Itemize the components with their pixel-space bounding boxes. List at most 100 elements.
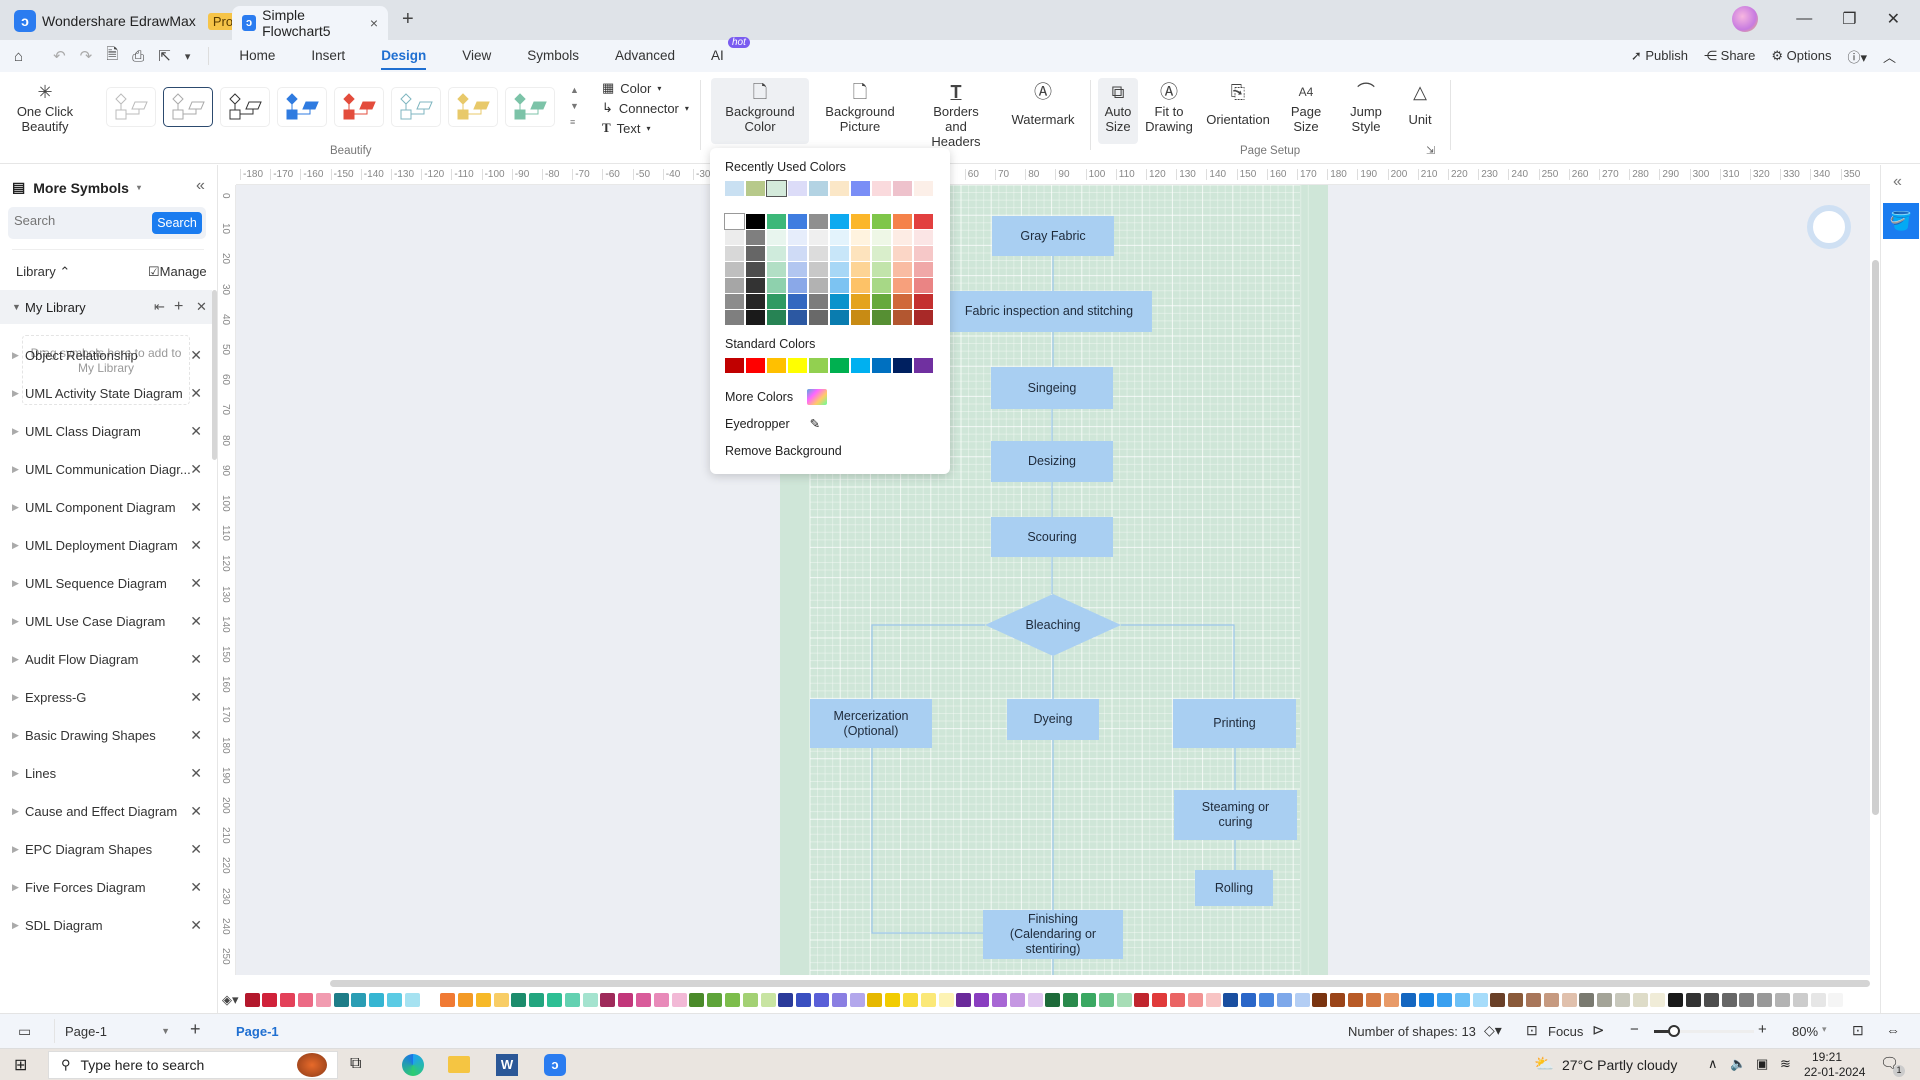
restore-icon[interactable]: ❐ xyxy=(1842,9,1856,29)
theme-color-swatch[interactable] xyxy=(851,214,870,229)
wifi-icon[interactable]: ≋ xyxy=(1780,1056,1791,1072)
volume-icon[interactable]: 🔈 xyxy=(1730,1056,1746,1072)
add-icon[interactable]: + xyxy=(174,298,183,316)
theme-shade-swatch[interactable] xyxy=(746,310,765,325)
publish-button[interactable]: ➚ Publish xyxy=(1631,48,1688,64)
remove-library-icon[interactable]: ✕ xyxy=(190,461,202,478)
jump-style-button[interactable]: ⌒ Jump Style xyxy=(1344,78,1388,134)
new-tab-button[interactable]: + xyxy=(402,8,414,31)
share-button[interactable]: ⋲ Share xyxy=(1704,48,1755,64)
library-toggle[interactable]: Library ⌃ xyxy=(16,264,70,280)
theme-shade-swatch[interactable] xyxy=(746,246,765,261)
palette-color-chip[interactable] xyxy=(653,993,669,1007)
theme-shade-swatch[interactable] xyxy=(872,246,891,261)
palette-color-chip[interactable] xyxy=(671,993,687,1007)
menu-home[interactable]: Home xyxy=(221,40,293,72)
palette-color-chip[interactable] xyxy=(1276,993,1292,1007)
node-fabric-inspection[interactable]: Fabric inspection and stitching xyxy=(946,291,1152,332)
theme-shade-swatch[interactable] xyxy=(809,294,828,309)
palette-color-chip[interactable] xyxy=(1828,993,1844,1007)
theme-shade-swatch[interactable] xyxy=(893,310,912,325)
palette-color-chip[interactable] xyxy=(867,993,883,1007)
fit-width-icon[interactable]: ⇔ xyxy=(1886,1022,1900,1038)
palette-color-chip[interactable] xyxy=(1401,993,1417,1007)
palette-color-chip[interactable] xyxy=(1686,993,1702,1007)
palette-color-chip[interactable] xyxy=(1312,993,1328,1007)
text-button[interactable]: T Text ▾ xyxy=(602,120,651,136)
theme-shade-swatch[interactable] xyxy=(767,278,786,293)
recent-color-swatch[interactable] xyxy=(914,181,933,196)
recent-color-swatch[interactable] xyxy=(851,181,870,196)
theme-shade-swatch[interactable] xyxy=(767,294,786,309)
symbol-search-input[interactable] xyxy=(14,213,134,228)
standard-color-swatch[interactable] xyxy=(851,358,870,373)
palette-color-chip[interactable] xyxy=(1045,993,1061,1007)
library-item[interactable]: ▶ UML Communication Diagr... ✕ xyxy=(0,454,212,484)
remove-library-icon[interactable]: ✕ xyxy=(190,689,202,706)
library-item[interactable]: ▶ Cause and Effect Diagram ✕ xyxy=(0,796,212,826)
palette-color-chip[interactable] xyxy=(1330,993,1346,1007)
palette-color-chip[interactable] xyxy=(529,993,545,1007)
theme-shade-swatch[interactable] xyxy=(788,262,807,277)
recent-color-swatch[interactable] xyxy=(830,181,849,196)
focus-button[interactable]: Focus xyxy=(1548,1024,1583,1039)
theme-shade-swatch[interactable] xyxy=(746,294,765,309)
remove-library-icon[interactable]: ✕ xyxy=(190,917,202,934)
library-item[interactable]: ▶ Express-G ✕ xyxy=(0,682,212,712)
palette-color-chip[interactable] xyxy=(1472,993,1488,1007)
theme-shade-swatch[interactable] xyxy=(830,230,849,245)
clock-date[interactable]: 22-01-2024 xyxy=(1804,1065,1865,1079)
palette-color-chip[interactable] xyxy=(1152,993,1168,1007)
theme-shade-swatch[interactable] xyxy=(830,294,849,309)
orientation-button[interactable]: ⎘ Orientation xyxy=(1204,78,1272,127)
theme-shade-swatch[interactable] xyxy=(893,246,912,261)
palette-color-chip[interactable] xyxy=(1436,993,1452,1007)
close-tab-icon[interactable]: × xyxy=(370,15,378,31)
options-button[interactable]: ⚙ Options xyxy=(1771,48,1831,64)
palette-color-chip[interactable] xyxy=(564,993,580,1007)
node-rolling[interactable]: Rolling xyxy=(1195,870,1273,906)
zoom-level[interactable]: 80% xyxy=(1792,1024,1818,1039)
layers-icon[interactable]: ◇▾ xyxy=(1484,1022,1502,1039)
standard-color-swatch[interactable] xyxy=(830,358,849,373)
theme-shade-swatch[interactable] xyxy=(851,246,870,261)
remove-library-icon[interactable]: ✕ xyxy=(190,499,202,516)
weather-text[interactable]: 27°C Partly cloudy xyxy=(1562,1057,1677,1073)
theme-shade-swatch[interactable] xyxy=(788,294,807,309)
add-page-button[interactable]: + xyxy=(190,1019,201,1040)
palette-color-chip[interactable] xyxy=(1116,993,1132,1007)
theme-shade-swatch[interactable] xyxy=(830,246,849,261)
theme-shade-swatch[interactable] xyxy=(725,262,744,277)
palette-color-chip[interactable] xyxy=(1775,993,1791,1007)
theme-shade-swatch[interactable] xyxy=(872,278,891,293)
borders-headers-button[interactable]: T Borders and Headers xyxy=(916,78,996,149)
close-window-icon[interactable]: ✕ xyxy=(1887,9,1900,29)
page-select[interactable]: Page-1 ▼ xyxy=(54,1019,170,1043)
palette-color-chip[interactable] xyxy=(1365,993,1381,1007)
palette-color-chip[interactable] xyxy=(1792,993,1808,1007)
library-item[interactable]: ▶ UML Activity State Diagram ✕ xyxy=(0,378,212,408)
node-dyeing[interactable]: Dyeing xyxy=(1007,699,1099,740)
node-desizing[interactable]: Desizing xyxy=(991,441,1113,482)
tray-chevron-icon[interactable]: ∧ xyxy=(1708,1056,1718,1072)
palette-color-chip[interactable] xyxy=(582,993,598,1007)
fill-color-icon[interactable]: ◈▾ xyxy=(222,992,239,1008)
theme-shade-swatch[interactable] xyxy=(809,262,828,277)
palette-color-chip[interactable] xyxy=(1525,993,1541,1007)
theme-color-swatch[interactable] xyxy=(914,214,933,229)
palette-color-chip[interactable] xyxy=(1757,993,1773,1007)
theme-shade-swatch[interactable] xyxy=(746,278,765,293)
more-colors-button[interactable]: More Colors xyxy=(725,389,828,405)
theme-shade-swatch[interactable] xyxy=(725,294,744,309)
palette-color-chip[interactable] xyxy=(725,993,741,1007)
palette-color-chip[interactable] xyxy=(814,993,830,1007)
standard-color-swatch[interactable] xyxy=(914,358,933,373)
theme-color-swatch[interactable] xyxy=(809,214,828,229)
library-item[interactable]: ▶ Lines ✕ xyxy=(0,758,212,788)
theme-shade-swatch[interactable] xyxy=(893,278,912,293)
theme-shade-swatch[interactable] xyxy=(914,262,933,277)
taskbar-search[interactable]: ⚲ Type here to search xyxy=(48,1051,338,1079)
remove-library-icon[interactable]: ✕ xyxy=(190,537,202,554)
symbol-search-button[interactable]: Search xyxy=(152,212,202,234)
palette-color-chip[interactable] xyxy=(742,993,758,1007)
